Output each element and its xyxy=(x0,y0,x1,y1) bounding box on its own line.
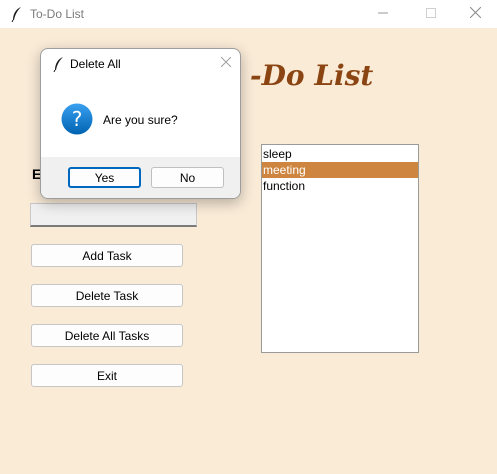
maximize-button[interactable] xyxy=(408,0,454,28)
app-heading: -Do List xyxy=(250,59,374,92)
yes-button[interactable]: Yes xyxy=(68,167,141,188)
list-item[interactable]: sleep xyxy=(262,146,418,162)
dialog-title: Delete All xyxy=(70,57,121,71)
minimize-icon xyxy=(378,7,388,21)
add-task-button[interactable]: Add Task xyxy=(31,244,183,267)
feather-icon xyxy=(10,6,24,23)
list-item-selected[interactable]: meeting xyxy=(262,162,418,178)
question-icon: ? xyxy=(61,103,93,135)
delete-task-button[interactable]: Delete Task xyxy=(31,284,183,307)
delete-all-tasks-button[interactable]: Delete All Tasks xyxy=(31,324,183,347)
exit-button[interactable]: Exit xyxy=(31,364,183,387)
task-input[interactable] xyxy=(30,203,197,227)
window-titlebar: To-Do List xyxy=(0,0,497,28)
dialog-close-button[interactable] xyxy=(218,55,234,71)
maximize-icon xyxy=(426,7,436,21)
feather-icon xyxy=(53,56,65,73)
close-button[interactable] xyxy=(452,0,497,28)
window-title: To-Do List xyxy=(30,7,85,21)
svg-text:?: ? xyxy=(72,107,83,131)
minimize-button[interactable] xyxy=(360,0,406,28)
close-icon xyxy=(469,6,481,21)
dialog-message: Are you sure? xyxy=(103,113,178,127)
task-listbox[interactable]: sleep meeting function xyxy=(261,144,419,353)
no-button[interactable]: No xyxy=(151,167,224,188)
confirm-dialog: Delete All ? Are you sure? Yes No xyxy=(40,48,241,199)
list-item[interactable]: function xyxy=(262,178,418,194)
close-icon xyxy=(220,56,232,70)
dialog-footer: Yes No xyxy=(41,157,240,198)
